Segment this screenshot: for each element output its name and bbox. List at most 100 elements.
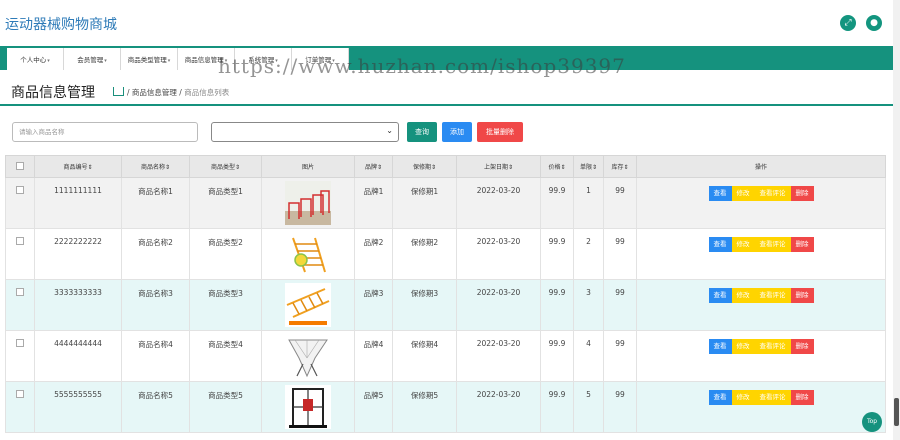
product-price: 99.9 (540, 279, 574, 331)
row-checkbox-cell (5, 279, 35, 331)
scrollbar-thumb[interactable] (894, 398, 899, 426)
product-date: 2022-03-20 (456, 177, 541, 229)
product-image-hurdles (285, 181, 331, 225)
batch-delete-button[interactable]: 批量删除 (477, 122, 523, 142)
back-to-top-button[interactable]: Top (862, 412, 882, 432)
view-button[interactable]: 查看 (708, 339, 732, 354)
product-warranty: 保修期1 (392, 177, 457, 229)
product-limit: 1 (573, 177, 604, 229)
product-brand: 品牌5 (354, 381, 393, 433)
product-stock: 99 (603, 177, 637, 229)
product-date: 2022-03-20 (456, 330, 541, 382)
delete-button[interactable]: 删除 (790, 390, 814, 405)
product-brand: 品牌4 (354, 330, 393, 382)
delete-button[interactable]: 删除 (790, 288, 814, 303)
product-table: 商品编号⇕ 商品名称⇕ 商品类型⇕ 图片 品牌⇕ 保修期⇕ 上架日期⇕ 价格⇕ … (5, 155, 886, 433)
row-checkbox[interactable] (16, 237, 24, 245)
row-checkbox[interactable] (16, 288, 24, 296)
column-header[interactable]: 商品编号⇕ (34, 155, 122, 178)
view-button[interactable]: 查看 (708, 390, 732, 405)
product-name: 商品名称2 (121, 228, 190, 280)
user-icon[interactable]: ● (866, 15, 882, 31)
view-comments-button[interactable]: 查看评论 (754, 288, 791, 303)
product-warranty: 保修期4 (392, 330, 457, 382)
row-checkbox[interactable] (16, 186, 24, 194)
nav-member-management[interactable]: 会员管理▾ (64, 48, 121, 70)
edit-button[interactable]: 修改 (731, 237, 755, 252)
column-header[interactable]: 价格⇕ (540, 155, 574, 178)
product-brand: 品牌1 (354, 177, 393, 229)
delete-button[interactable]: 删除 (790, 237, 814, 252)
view-button[interactable]: 查看 (708, 237, 732, 252)
column-header[interactable]: 品牌⇕ (354, 155, 393, 178)
home-icon[interactable] (113, 87, 124, 96)
product-name-search-input[interactable] (12, 122, 198, 142)
product-name: 商品名称1 (121, 177, 190, 229)
view-comments-button[interactable]: 查看评论 (754, 186, 791, 201)
view-button[interactable]: 查看 (708, 288, 732, 303)
column-header[interactable]: 保修期⇕ (392, 155, 457, 178)
row-checkbox[interactable] (16, 339, 24, 347)
column-header[interactable]: 商品名称⇕ (121, 155, 190, 178)
table-row: 1111111111 商品名称1 商品类型1 品牌1 保修期1 2022-03-… (5, 177, 886, 229)
product-type: 商品类型5 (189, 381, 262, 433)
product-image-cell (261, 330, 355, 382)
product-name: 商品名称5 (121, 381, 190, 433)
view-button[interactable]: 查看 (708, 186, 732, 201)
column-header[interactable]: 单限⇕ (573, 155, 604, 178)
row-checkbox[interactable] (16, 390, 24, 398)
breadcrumb: / 商品信息管理 / 商品信息列表 (113, 86, 229, 98)
row-checkbox-cell (5, 228, 35, 280)
product-image-cell (261, 381, 355, 433)
select-all-checkbox[interactable] (16, 161, 24, 170)
view-comments-button[interactable]: 查看评论 (754, 339, 791, 354)
view-comments-button[interactable]: 查看评论 (754, 237, 791, 252)
breadcrumb-parent[interactable]: 商品信息管理 (132, 88, 177, 97)
product-image-speed-ladder (285, 283, 331, 327)
product-stock: 99 (603, 330, 637, 382)
edit-button[interactable]: 修改 (731, 390, 755, 405)
title-divider (0, 104, 893, 106)
delete-button[interactable]: 删除 (790, 186, 814, 201)
product-id: 1111111111 (34, 177, 122, 229)
product-image-home-gym (285, 385, 331, 429)
product-type: 商品类型1 (189, 177, 262, 229)
nav-product-type-management[interactable]: 商品类型管理▾ (121, 48, 178, 70)
product-id: 3333333333 (34, 279, 122, 331)
column-header: 操作 (636, 155, 886, 178)
column-header[interactable]: 库存⇕ (603, 155, 637, 178)
breadcrumb-current: 商品信息列表 (184, 88, 230, 97)
delete-button[interactable]: 删除 (790, 339, 814, 354)
product-stock: 99 (603, 279, 637, 331)
view-comments-button[interactable]: 查看评论 (754, 390, 791, 405)
fullscreen-icon[interactable]: ⤢ (840, 15, 856, 31)
product-date: 2022-03-20 (456, 279, 541, 331)
select-all-header (5, 155, 35, 178)
watermark: https://www.huzhan.com/ishop39397 (218, 54, 626, 78)
product-name: 商品名称3 (121, 279, 190, 331)
product-limit: 2 (573, 228, 604, 280)
product-image-cell (261, 177, 355, 229)
edit-button[interactable]: 修改 (731, 339, 755, 354)
product-price: 99.9 (540, 228, 574, 280)
filter-select[interactable]: ⌄ (211, 122, 399, 142)
edit-button[interactable]: 修改 (731, 186, 755, 201)
product-id: 5555555555 (34, 381, 122, 433)
column-header[interactable]: 商品类型⇕ (189, 155, 262, 178)
product-type: 商品类型4 (189, 330, 262, 382)
product-image-agility-ladder (285, 232, 331, 276)
scrollbar[interactable] (893, 0, 900, 440)
table-row: 3333333333 商品名称3 商品类型3 品牌3 保修期3 2022-03-… (5, 279, 886, 331)
add-button[interactable]: 添加 (442, 122, 472, 142)
product-warranty: 保修期2 (392, 228, 457, 280)
query-button[interactable]: 查询 (407, 122, 437, 142)
table-row: 4444444444 商品名称4 商品类型4 品牌4 保修期4 2022-03-… (5, 330, 886, 382)
edit-button[interactable]: 修改 (731, 288, 755, 303)
product-image-cell (261, 228, 355, 280)
chevron-down-icon: ⌄ (386, 126, 393, 135)
product-warranty: 保修期5 (392, 381, 457, 433)
column-header[interactable]: 上架日期⇕ (456, 155, 541, 178)
row-actions: 查看 修改 查看评论 删除 (636, 381, 886, 433)
nav-personal-center[interactable]: 个人中心▾ (7, 48, 64, 70)
row-checkbox-cell (5, 177, 35, 229)
